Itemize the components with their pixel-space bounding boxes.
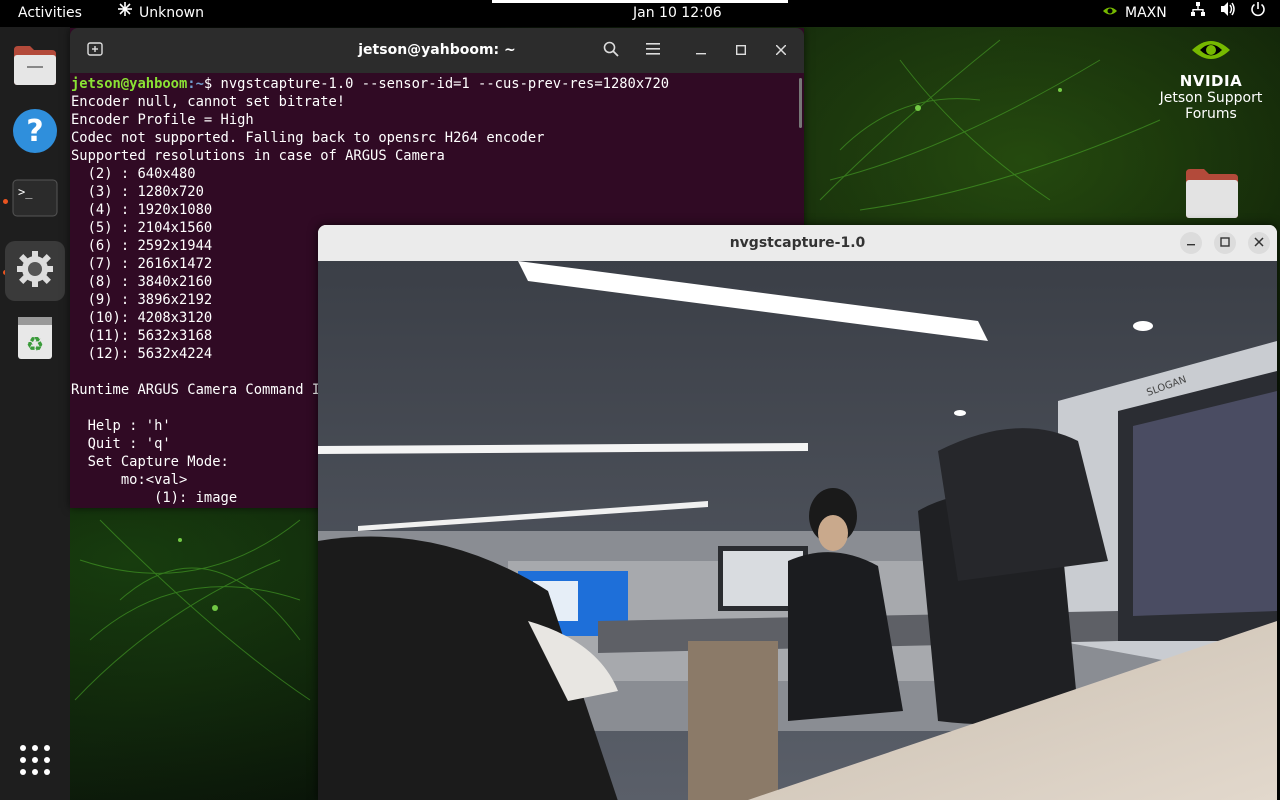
close-button[interactable]: [1248, 232, 1270, 254]
prompt-symbol: $: [203, 76, 221, 92]
dock-settings[interactable]: [5, 241, 65, 301]
power-icon: [1250, 0, 1266, 27]
prompt-user: jetson@yahboom: [71, 76, 188, 92]
terminal-scrollbar[interactable]: [799, 78, 802, 128]
svg-text:?: ?: [26, 114, 43, 149]
hamburger-menu-icon: [646, 43, 660, 59]
app-menu-icon: [117, 0, 133, 27]
nvidia-icon: [1101, 0, 1119, 27]
camera-titlebar[interactable]: nvgstcapture-1.0: [318, 225, 1277, 261]
dock-help[interactable]: ?: [5, 103, 65, 163]
terminal-line: (4) : 1920x1080: [71, 202, 213, 218]
terminal-line: Encoder Profile = High: [71, 112, 254, 128]
network-icon: [1190, 0, 1206, 27]
command-line: jetson@yahboom:~$ nvgstcapture-1.0 --sen…: [71, 75, 796, 93]
command-text: nvgstcapture-1.0 --sensor-id=1 --cus-pre…: [220, 76, 670, 92]
search-icon: [603, 41, 619, 61]
terminal-line: Codec not supported. Falling back to ope…: [71, 130, 545, 146]
power-mode-label: MAXN: [1125, 5, 1167, 21]
terminal-titlebar[interactable]: jetson@yahboom: ~: [70, 28, 804, 73]
maximize-button[interactable]: [726, 36, 756, 66]
show-apps-button[interactable]: [5, 732, 65, 792]
nvidia-brand: NVIDIA: [1179, 72, 1243, 90]
app-grid-icon: [19, 744, 51, 780]
shortcut-label-line2: Forums: [1185, 106, 1237, 122]
top-bar: Activities Unknown Jan 10 12:06 MAXN: [0, 0, 1280, 27]
close-button[interactable]: [766, 36, 796, 66]
help-icon: ?: [12, 108, 58, 158]
trash-icon: ♻: [15, 315, 55, 365]
camera-window-title: nvgstcapture-1.0: [729, 235, 866, 251]
camera-preview-frame: SLOGAN: [318, 261, 1277, 800]
shortcut-label-line1: Jetson Support: [1159, 90, 1263, 106]
power-mode-indicator[interactable]: MAXN: [1101, 0, 1167, 27]
jetson-support-forums-shortcut[interactable]: NVIDIA Jetson Support Forums: [1150, 34, 1272, 122]
folder-icon: [1184, 169, 1240, 223]
folder-icon: [12, 44, 58, 90]
dock-trash[interactable]: ♻: [5, 310, 65, 370]
minimize-button[interactable]: [1180, 232, 1202, 254]
prompt-path: :~: [187, 76, 204, 92]
close-icon: [775, 43, 787, 59]
app-menu[interactable]: Unknown: [117, 0, 204, 27]
maximize-icon: [735, 43, 747, 59]
menu-button[interactable]: [638, 36, 668, 66]
maximize-button[interactable]: [1214, 232, 1236, 254]
terminal-icon: >_: [12, 179, 58, 221]
terminal-line: Encoder null, cannot set bitrate!: [71, 94, 346, 110]
office-scene-image: SLOGAN: [318, 261, 1277, 800]
svg-text:♻: ♻: [26, 332, 44, 356]
svg-text:>_: >_: [18, 185, 33, 199]
terminal-line: (2) : 640x480: [71, 166, 196, 182]
minimize-icon: [1186, 236, 1196, 250]
system-tray[interactable]: [1190, 0, 1266, 27]
app-menu-label: Unknown: [139, 5, 204, 21]
search-button[interactable]: [596, 36, 626, 66]
minimize-icon: [696, 43, 706, 59]
terminal-line: (3) : 1280x720: [71, 184, 204, 200]
clock[interactable]: Jan 10 12:06: [633, 0, 722, 27]
close-icon: [1254, 236, 1264, 250]
gear-icon: [14, 248, 56, 294]
desktop-folder[interactable]: [1184, 167, 1240, 223]
activities-button[interactable]: Activities: [18, 0, 82, 27]
dock: ? >_ ♻: [0, 27, 70, 800]
maximize-icon: [1220, 236, 1230, 250]
minimize-button[interactable]: [686, 36, 716, 66]
volume-icon: [1220, 0, 1236, 27]
dock-files[interactable]: [5, 37, 65, 97]
nvidia-logo-icon: [1188, 41, 1234, 70]
terminal-line: Supported resolutions in case of ARGUS C…: [71, 148, 445, 164]
dock-terminal[interactable]: >_: [5, 170, 65, 230]
camera-preview-window[interactable]: nvgstcapture-1.0 SLOGAN: [318, 225, 1277, 800]
